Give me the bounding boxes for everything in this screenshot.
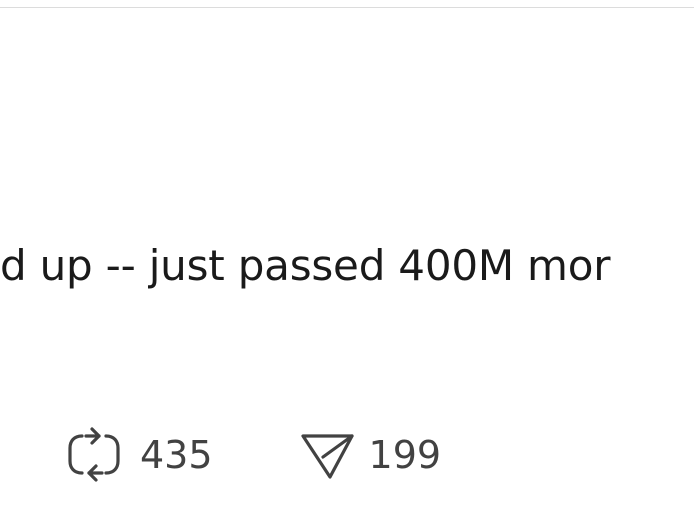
- post-action-bar: 435 199: [62, 423, 441, 487]
- repost-icon: [62, 423, 126, 487]
- top-divider: [0, 0, 694, 8]
- repost-button[interactable]: 435: [62, 423, 213, 487]
- post-body-text: d up -- just passed 400M mor: [0, 241, 611, 290]
- post-card: d up -- just passed 400M mor 435 199: [0, 0, 694, 532]
- send-icon: [295, 423, 359, 487]
- repost-count: 435: [140, 433, 213, 477]
- send-button[interactable]: 199: [295, 423, 442, 487]
- send-count: 199: [368, 433, 442, 477]
